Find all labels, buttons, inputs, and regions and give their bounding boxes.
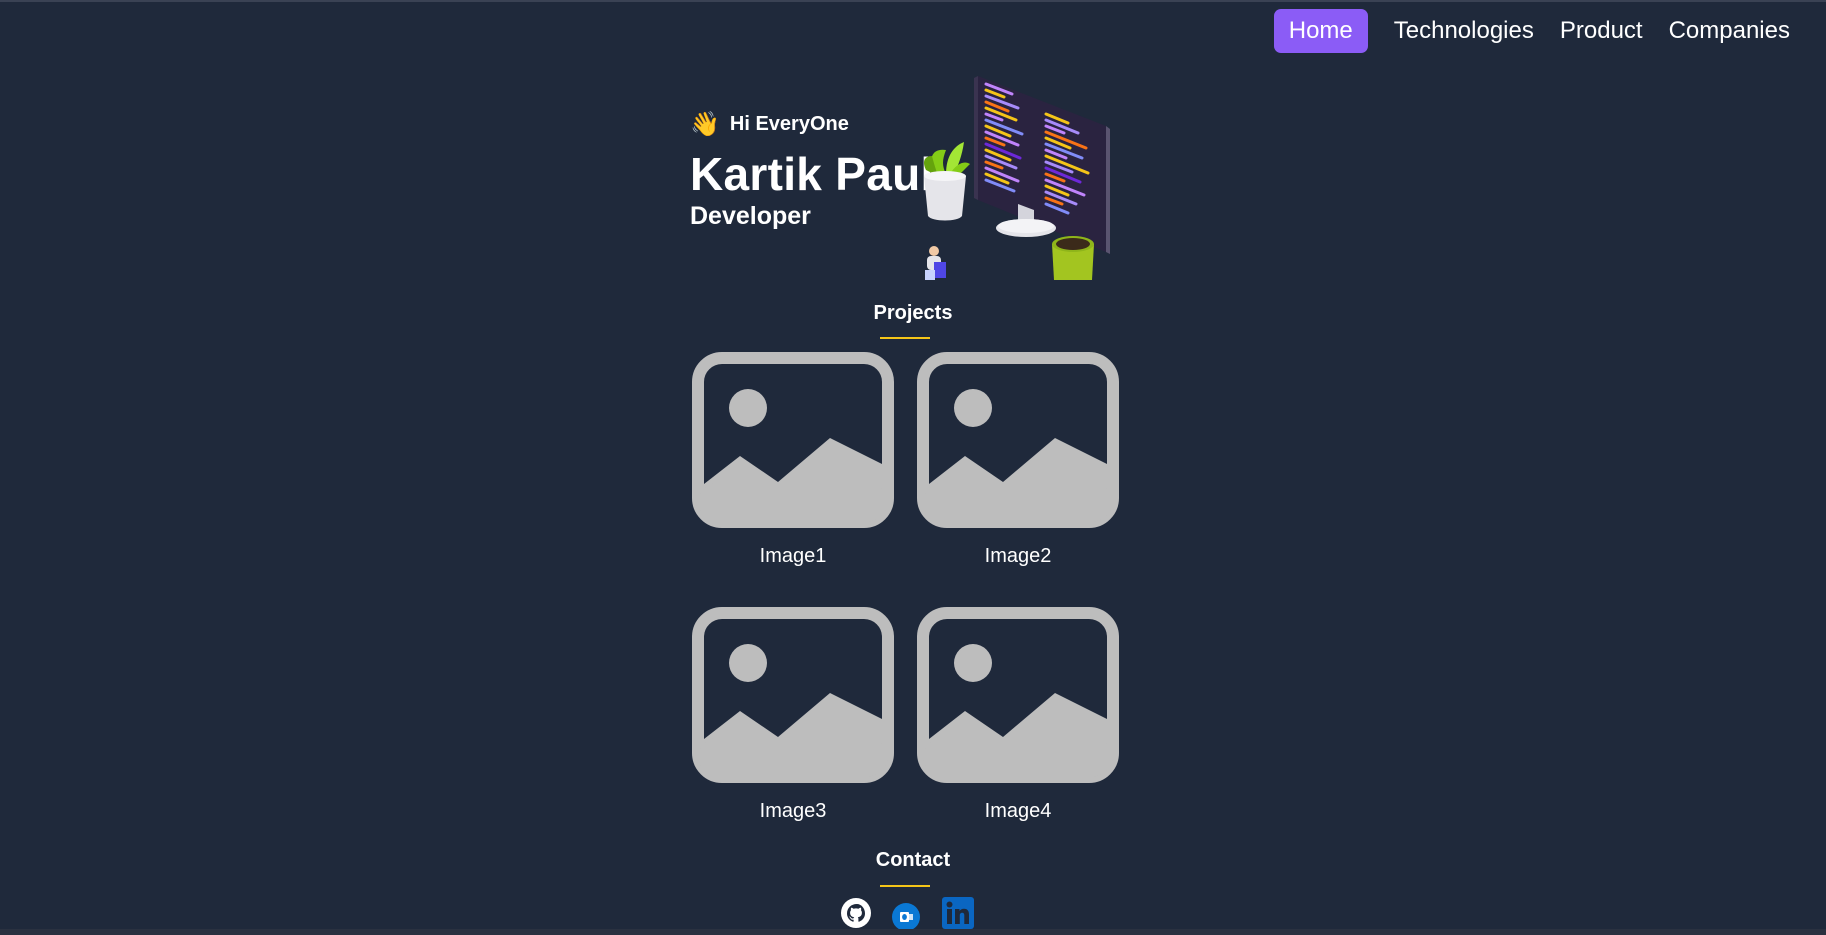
contact-icons xyxy=(840,897,980,931)
greeting-text: Hi EveryOne xyxy=(729,113,849,135)
nav-product[interactable]: Product xyxy=(1548,9,1655,53)
hero-role: Developer xyxy=(690,202,811,230)
github-icon[interactable] xyxy=(840,897,872,929)
linkedin-icon[interactable] xyxy=(942,897,974,929)
nav-home[interactable]: Home xyxy=(1273,9,1368,53)
image-placeholder-icon xyxy=(917,607,1119,783)
contact-title: Contact xyxy=(875,849,951,871)
project-card-3[interactable]: Image3 xyxy=(692,607,894,837)
projects-underline xyxy=(880,337,930,339)
top-nav: Home Technologies Product Companies xyxy=(1272,8,1802,54)
image-placeholder-icon xyxy=(692,352,894,528)
project-card-1[interactable]: Image1 xyxy=(692,352,894,582)
project-card-2[interactable]: Image2 xyxy=(917,352,1119,582)
bottom-border xyxy=(0,929,1826,935)
greeting: 👋 Hi EveryOne xyxy=(690,110,849,139)
contact-underline xyxy=(880,885,930,887)
image-placeholder-icon xyxy=(692,607,894,783)
nav-technologies[interactable]: Technologies xyxy=(1382,9,1546,53)
project-label: Image4 xyxy=(984,800,1052,822)
project-label: Image2 xyxy=(984,545,1052,567)
wave-icon: 👋 xyxy=(690,111,720,138)
project-label: Image3 xyxy=(759,800,827,822)
hero-name: Kartik Paul xyxy=(690,148,934,200)
project-label: Image1 xyxy=(759,545,827,567)
outlook-icon[interactable] xyxy=(892,903,920,931)
project-card-4[interactable]: Image4 xyxy=(917,607,1119,837)
top-border xyxy=(0,0,1826,2)
developer-desk-illustration xyxy=(924,76,1110,280)
image-placeholder-icon xyxy=(917,352,1119,528)
nav-companies[interactable]: Companies xyxy=(1657,9,1802,53)
hero-section: 👋 Hi EveryOne Kartik Paul Developer xyxy=(690,76,1120,281)
projects-title: Projects xyxy=(873,302,953,324)
